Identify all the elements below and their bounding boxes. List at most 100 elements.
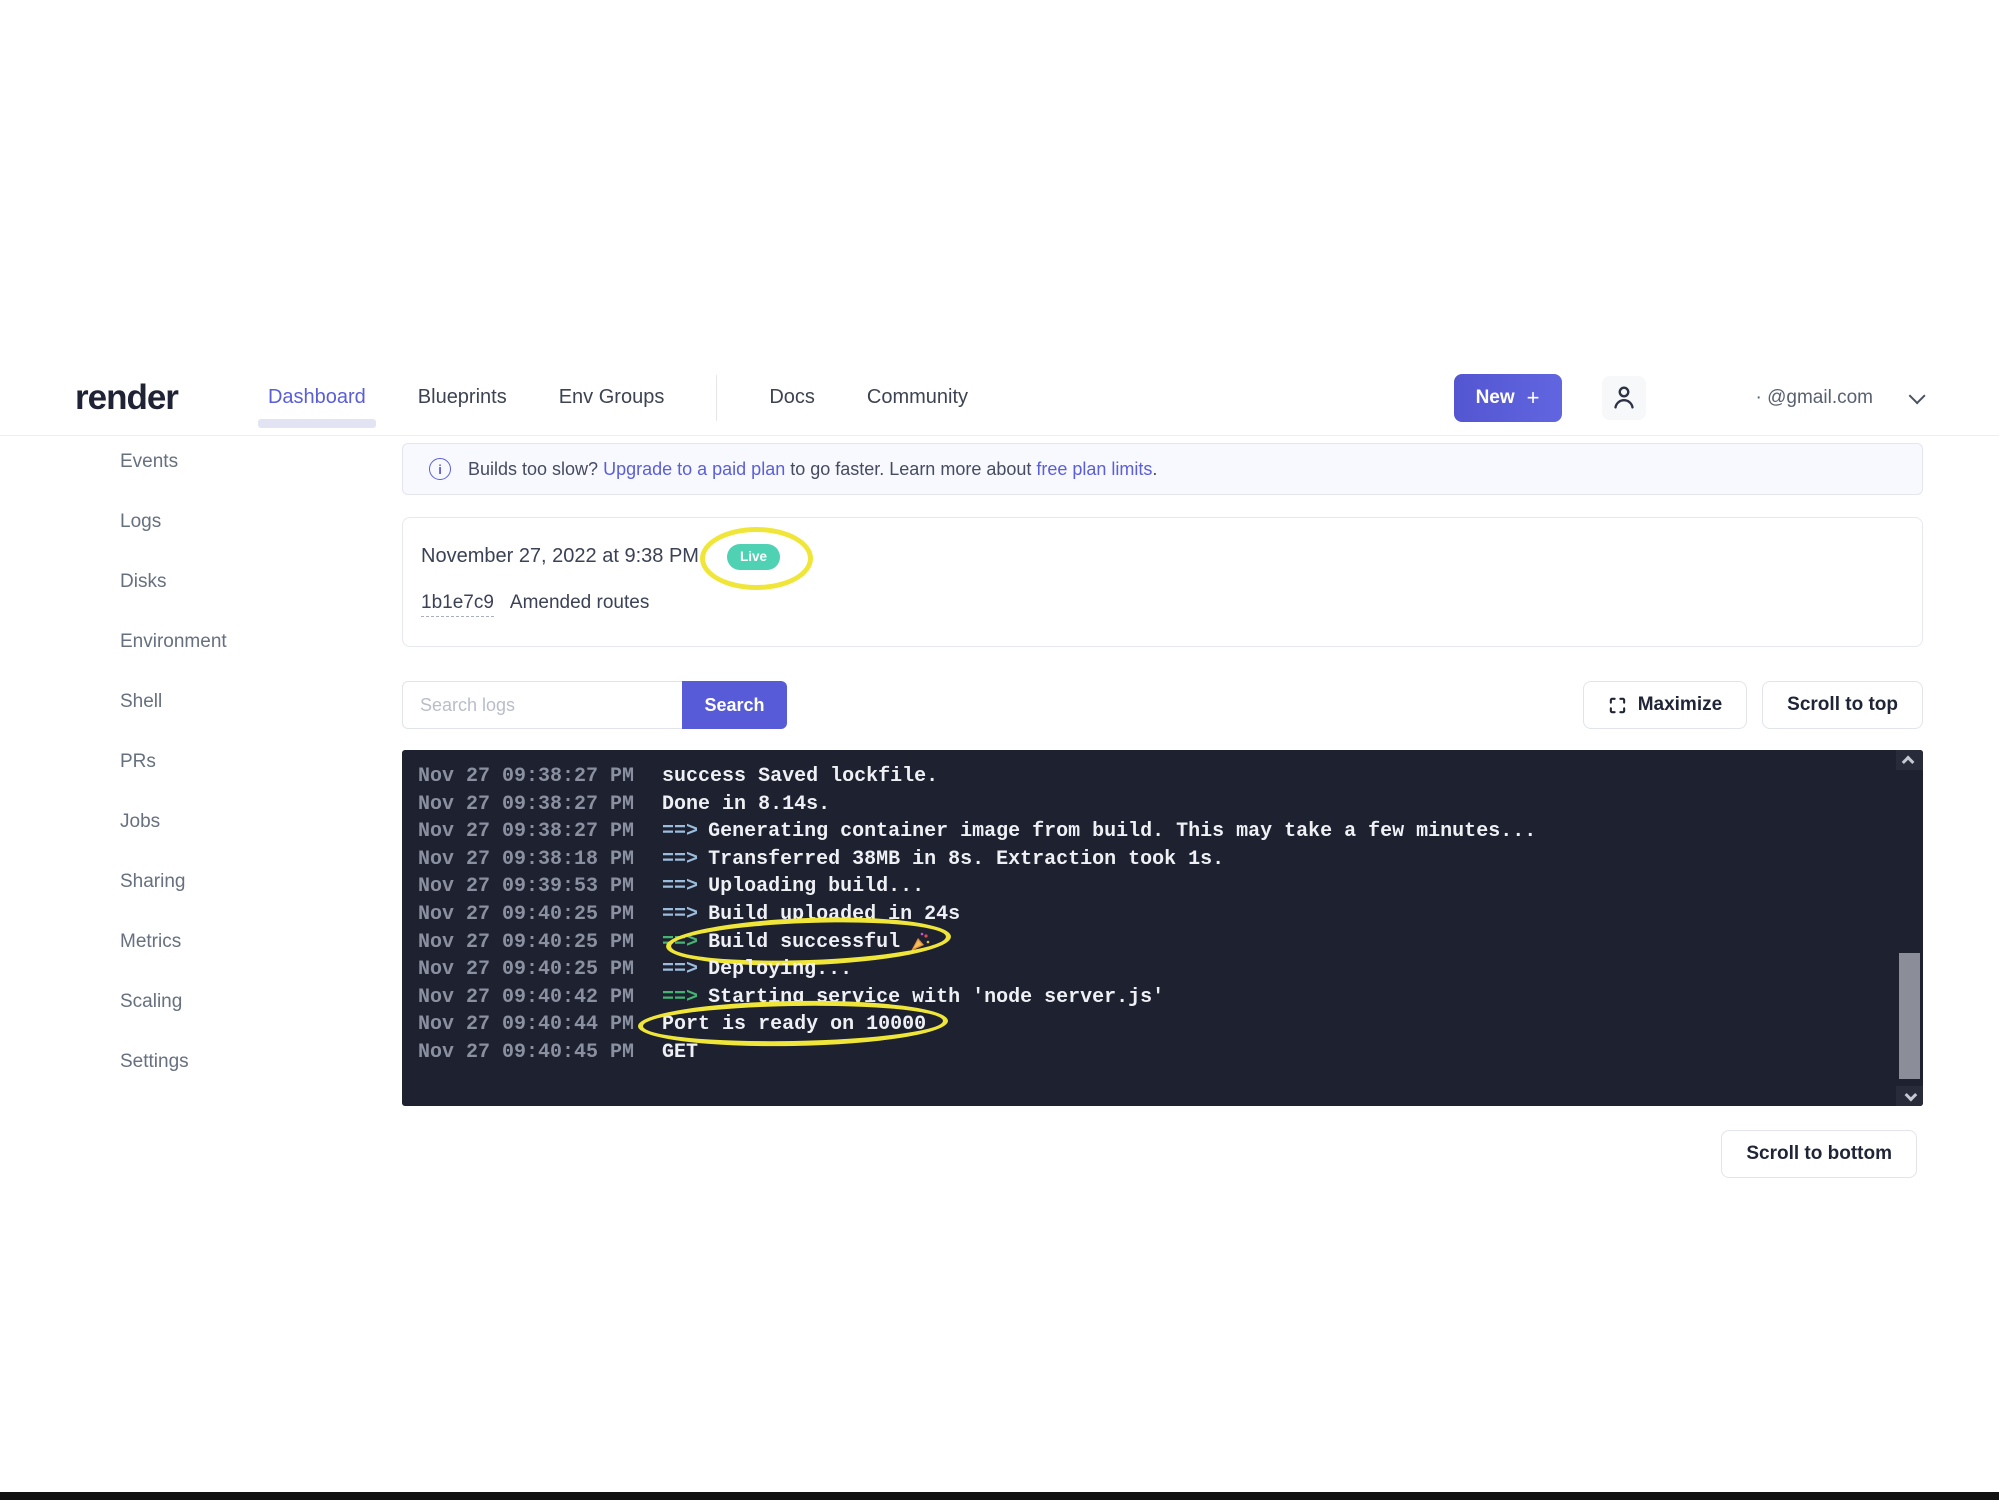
- primary-nav: Dashboard Blueprints Env Groups Docs Commun…: [268, 375, 968, 421]
- log-message: Port is ready on 10000: [662, 1011, 926, 1039]
- sidebar-item-settings[interactable]: Settings: [120, 1032, 330, 1092]
- log-arrow-icon: ==>: [662, 929, 698, 957]
- search-logs-input[interactable]: [402, 681, 682, 729]
- account-email[interactable]: · @gmail.com: [1756, 387, 1873, 409]
- bottom-row: Scroll to bottom: [402, 1130, 1923, 1178]
- nav-divider: [716, 375, 717, 421]
- log-message: Build successful: [708, 929, 932, 957]
- scrollbar-up-button[interactable]: [1896, 750, 1923, 770]
- chevron-down-icon: [1905, 1088, 1918, 1101]
- log-arrow-icon: ==>: [662, 846, 698, 874]
- log-line: Nov 27 09:38:18 PM ==> Transferred 38MB in…: [418, 846, 1883, 874]
- logs-toolbar: Search Maximize Scroll to top: [402, 681, 1923, 729]
- log-arrow-icon: ==>: [662, 984, 698, 1012]
- log-line: Nov 27 09:38:27 PM ==> Generating containe…: [418, 818, 1883, 846]
- nav-item-community[interactable]: Community: [867, 386, 968, 409]
- main-content: Builds too slow? Upgrade to a paid plan …: [402, 443, 1923, 1178]
- sidebar-item-shell[interactable]: Shell: [120, 672, 330, 732]
- log-message: Generating container image from build. T…: [708, 818, 1536, 846]
- nav-item-blueprints[interactable]: Blueprints: [418, 386, 507, 409]
- log-timestamp: Nov 27 09:38:27 PM: [418, 818, 634, 846]
- log-terminal: Nov 27 09:38:27 PM success Saved lockfile…: [402, 750, 1923, 1106]
- nav-item-dashboard[interactable]: Dashboard: [268, 386, 366, 409]
- top-nav-bar: render Dashboard Blueprints Env Groups Doc…: [0, 360, 1999, 436]
- commit-hash[interactable]: 1b1e7c9: [421, 592, 494, 617]
- log-line: Nov 27 09:39:53 PM==>Uploading build...: [418, 873, 1883, 901]
- banner-text-before: Builds too slow?: [468, 459, 603, 479]
- terminal-scrollbar: [1896, 750, 1923, 1106]
- avatar[interactable]: [1602, 376, 1646, 420]
- log-timestamp: Nov 27 09:39:53 PM: [418, 873, 634, 901]
- banner-text: Builds too slow? Upgrade to a paid plan …: [468, 459, 1157, 480]
- log-timestamp: Nov 27 09:40:45 PM: [418, 1039, 634, 1067]
- maximize-icon: [1608, 696, 1627, 715]
- log-message: success Saved lockfile.: [662, 763, 938, 791]
- log-arrow-icon: ==>: [662, 901, 698, 929]
- log-line: Nov 27 09:40:42 PM==>Starting service wi…: [418, 984, 1883, 1012]
- banner-text-after: .: [1152, 459, 1157, 479]
- live-badge-wrap: Live: [727, 544, 780, 570]
- log-message: Done in 8.14s.: [662, 791, 830, 819]
- log-message: Deploying...: [708, 956, 852, 984]
- nav-item-env-groups[interactable]: Env Groups: [559, 386, 665, 409]
- render-logo[interactable]: render: [75, 378, 178, 418]
- log-line: Nov 27 09:38:27 PM Done in 8.14s.: [418, 791, 1883, 819]
- log-message: Build uploaded in 24s: [708, 901, 960, 929]
- sidebar-item-sharing[interactable]: Sharing: [120, 852, 330, 912]
- log-timestamp: Nov 27 09:40:25 PM: [418, 929, 634, 957]
- new-button-label: New: [1476, 387, 1515, 409]
- nav-item-docs[interactable]: Docs: [769, 386, 815, 409]
- header-right-group: New + · @gmail.com: [1454, 374, 1921, 422]
- log-timestamp: Nov 27 09:40:42 PM: [418, 984, 634, 1012]
- log-timestamp: Nov 27 09:38:27 PM: [418, 791, 634, 819]
- log-line: Nov 27 09:38:27 PM success Saved lockfile…: [418, 763, 1883, 791]
- sidebar-item-environment[interactable]: Environment: [120, 612, 330, 672]
- free-plan-limits-link[interactable]: free plan limits: [1036, 459, 1152, 479]
- sidebar-item-events[interactable]: Events: [120, 432, 330, 492]
- search-button[interactable]: Search: [682, 681, 787, 729]
- chevron-down-icon[interactable]: [1909, 387, 1926, 404]
- sidebar-item-metrics[interactable]: Metrics: [120, 912, 330, 972]
- upgrade-plan-link[interactable]: Upgrade to a paid plan: [603, 459, 785, 479]
- log-message: GET: [662, 1039, 698, 1067]
- commit-message: Amended routes: [510, 592, 649, 614]
- sidebar-item-jobs[interactable]: Jobs: [120, 792, 330, 852]
- live-status-badge[interactable]: Live: [727, 544, 780, 570]
- log-timestamp: Nov 27 09:40:44 PM: [418, 1011, 634, 1039]
- scrollbar-thumb[interactable]: [1899, 953, 1920, 1079]
- scroll-to-top-button[interactable]: Scroll to top: [1762, 681, 1923, 729]
- log-line: Nov 27 09:40:45 PM GET: [418, 1039, 1883, 1067]
- new-button[interactable]: New +: [1454, 374, 1562, 422]
- person-icon: [1609, 383, 1639, 413]
- maximize-button[interactable]: Maximize: [1583, 681, 1747, 729]
- page: render Dashboard Blueprints Env Groups Doc…: [0, 0, 1999, 1500]
- deploy-card: November 27, 2022 at 9:38 PM Live 1b1e7c…: [402, 517, 1923, 647]
- log-arrow-icon: ==>: [662, 956, 698, 984]
- log-timestamp: Nov 27 09:40:25 PM: [418, 901, 634, 929]
- active-tab-underline: [258, 419, 376, 428]
- deploy-date: November 27, 2022 at 9:38 PM: [421, 545, 699, 568]
- upgrade-banner: Builds too slow? Upgrade to a paid plan …: [402, 443, 1923, 495]
- banner-text-middle: to go faster. Learn more about: [785, 459, 1036, 479]
- scrollbar-down-button[interactable]: [1896, 1086, 1923, 1106]
- log-arrow-icon: ==>: [662, 818, 698, 846]
- log-message: Transferred 38MB in 8s. Extraction took …: [708, 846, 1224, 874]
- log-timestamp: Nov 27 09:38:18 PM: [418, 846, 634, 874]
- sidebar-item-scaling[interactable]: Scaling: [120, 972, 330, 1032]
- plus-icon: +: [1527, 385, 1540, 411]
- info-circle-icon: [429, 458, 451, 480]
- log-timestamp: Nov 27 09:38:27 PM: [418, 763, 634, 791]
- sidebar-item-logs[interactable]: Logs: [120, 492, 330, 552]
- log-line: Nov 27 09:40:44 PM Port is ready on 10000: [418, 1011, 1883, 1039]
- sidebar-item-disks[interactable]: Disks: [120, 552, 330, 612]
- maximize-label: Maximize: [1638, 694, 1722, 716]
- log-arrow-icon: ==>: [662, 873, 698, 901]
- log-line: Nov 27 09:40:25 PM ==> Build successful: [418, 929, 1883, 957]
- chevron-up-icon: [1902, 755, 1915, 768]
- service-sidebar: EventsLogsDisksEnvironmentShellPRsJobsSh…: [120, 432, 330, 1092]
- party-popper-icon: [908, 930, 932, 954]
- bottom-black-bar: [0, 1492, 1999, 1500]
- scroll-to-bottom-button[interactable]: Scroll to bottom: [1721, 1130, 1917, 1178]
- sidebar-item-prs[interactable]: PRs: [120, 732, 330, 792]
- log-timestamp: Nov 27 09:40:25 PM: [418, 956, 634, 984]
